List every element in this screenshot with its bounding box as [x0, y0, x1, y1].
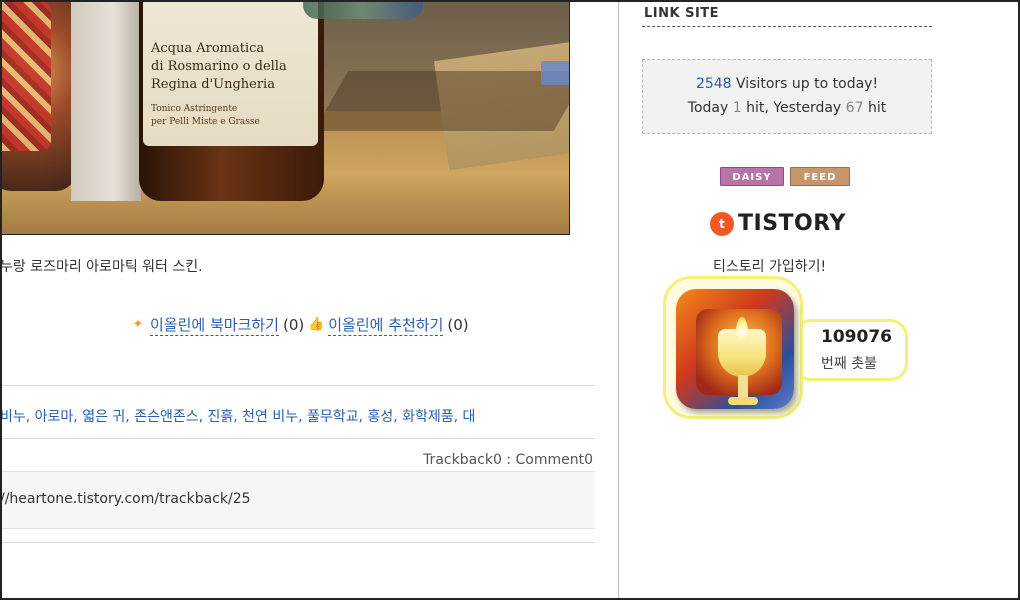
post-caption: 누랑 로즈마리 아로마틱 워터 스킨.	[0, 259, 203, 275]
trackback-comment-counts[interactable]: Trackback0 : Comment0	[423, 452, 593, 468]
link-site-title: LINK SITE	[644, 6, 720, 21]
bookmark-link[interactable]: 이올린에 북마크하기	[150, 314, 279, 336]
feed-badges: DAISY FEED	[720, 167, 850, 186]
tistory-logo[interactable]: t TISTORY	[710, 211, 846, 236]
post-photo: Acqua Aromatica di Rosmarino o della Reg…	[0, 0, 570, 235]
bookmark-star-icon: ✦	[132, 317, 144, 332]
jar-shape	[1, 1, 76, 191]
visitors-total: 2548	[695, 76, 732, 92]
trackback-url: //heartone.tistory.com/trackback/25	[0, 491, 251, 507]
bottle-text-2: di Rosmarino o della	[151, 59, 287, 74]
tistory-join-link[interactable]: 티스토리 가입하기!	[713, 256, 826, 276]
bottle-text-3: Regina d'Ungheria	[151, 77, 275, 92]
divider	[0, 542, 595, 543]
yesterday-count: 67	[845, 100, 864, 116]
post-actions: ✦ 이올린에 북마크하기 (0) 👍 이올린에 추천하기 (0)	[130, 314, 469, 336]
bottle-text-5: per Pelli Miste e Grasse	[151, 117, 260, 127]
box-shape	[71, 1, 141, 201]
thumbs-up-icon: 👍	[308, 317, 325, 332]
visitor-counter: 2548 Visitors up to today! Today 1 hit, …	[642, 59, 932, 134]
candle-icon	[676, 289, 794, 409]
today-count: 1	[732, 100, 742, 116]
tistory-icon: t	[710, 211, 734, 236]
tag-list[interactable]: 비누, 아로마, 엷은 귀, 존슨앤존스, 진흙, 천연 비누, 풀무학교, 홍…	[0, 406, 595, 426]
column-divider	[618, 0, 619, 600]
candle-widget[interactable]: 109076 번째 촛불	[663, 276, 911, 421]
candle-number: 109076	[821, 327, 892, 347]
tistory-wordmark: TISTORY	[738, 211, 846, 236]
feed-badge[interactable]: FEED	[790, 167, 850, 186]
candle-subtitle: 번째 촛불	[821, 356, 877, 372]
divider	[0, 385, 595, 386]
daisy-badge[interactable]: DAISY	[720, 167, 784, 186]
recommend-count: (0)	[447, 316, 469, 334]
divider	[0, 438, 595, 439]
bottle-text-1: Acqua Aromatica	[151, 41, 265, 56]
recommend-link[interactable]: 이올린에 추천하기	[328, 314, 444, 336]
post-main: Acqua Aromatica di Rosmarino o della Reg…	[0, 0, 595, 600]
bottle-text-4: Tonico Astringente	[151, 104, 238, 114]
bookmark-count: (0)	[282, 316, 305, 334]
title-underline	[642, 26, 932, 27]
